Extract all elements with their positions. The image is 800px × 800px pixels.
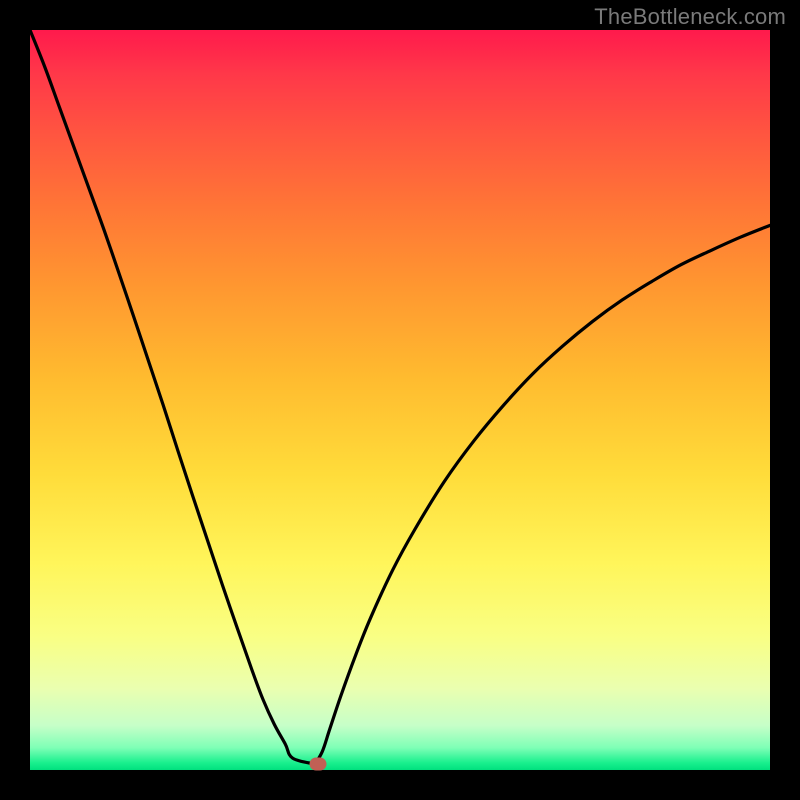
plot-area	[30, 30, 770, 770]
watermark-text: TheBottleneck.com	[594, 4, 786, 30]
bottleneck-curve	[30, 30, 770, 770]
chart-frame: TheBottleneck.com	[0, 0, 800, 800]
curve-left-branch	[30, 30, 315, 764]
optimal-point-marker	[309, 758, 326, 771]
curve-right-branch	[315, 225, 770, 764]
